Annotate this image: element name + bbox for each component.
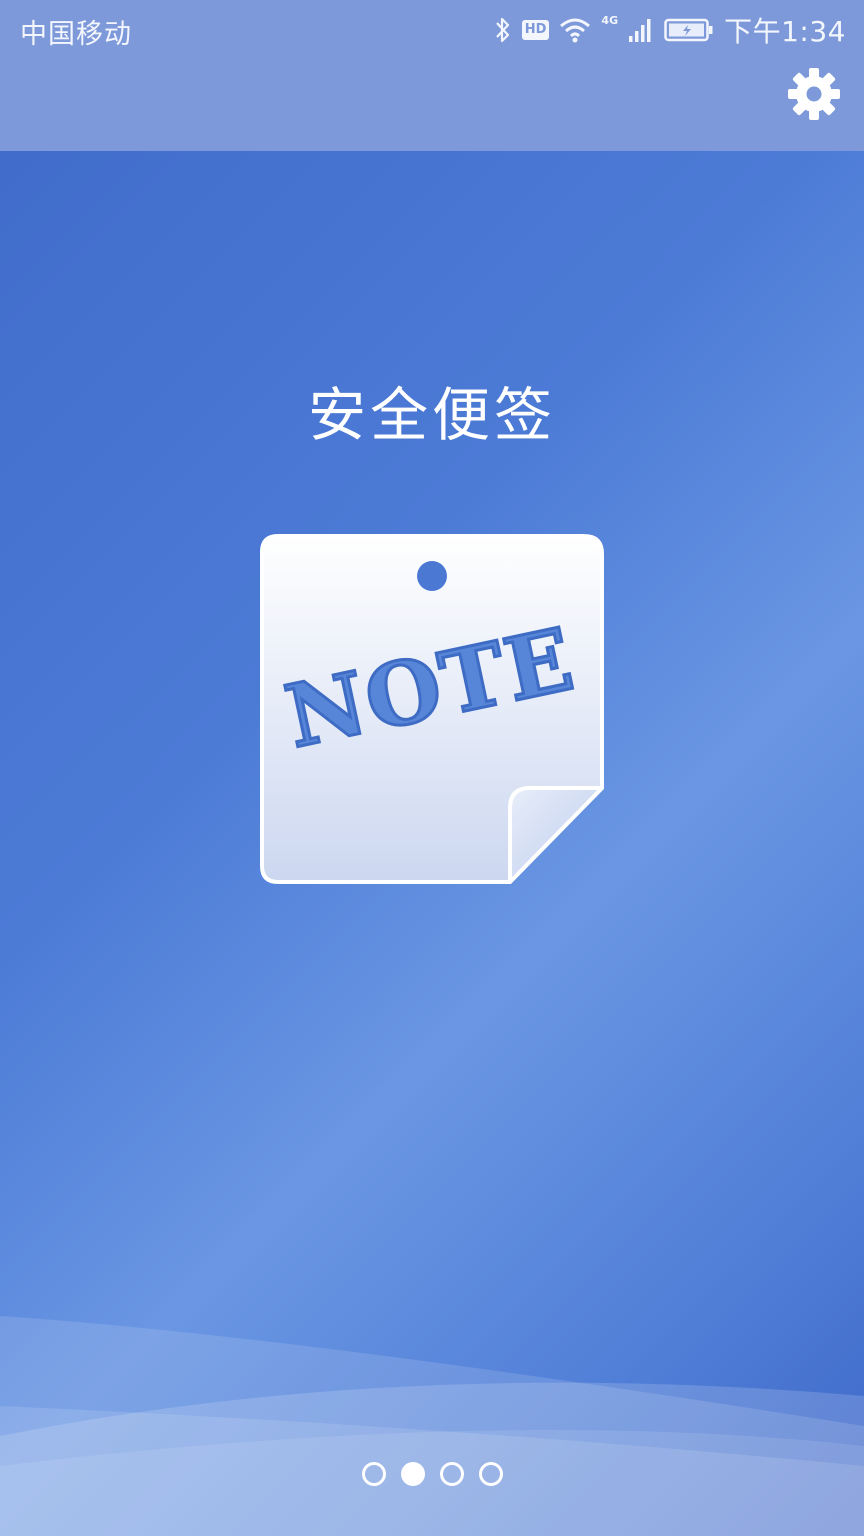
page-dot-3[interactable] bbox=[439, 1462, 464, 1486]
hd-badge: HD bbox=[521, 20, 550, 40]
wifi-icon bbox=[560, 18, 591, 43]
carrier-name: 中国移动 bbox=[20, 19, 132, 50]
status-bar: 中国移动 HD 4G 下午1:34 bbox=[0, 0, 864, 60]
page-title: 安全便签 bbox=[307, 381, 556, 449]
gear-icon[interactable] bbox=[786, 66, 842, 122]
status-time: 下午1:34 bbox=[724, 15, 846, 48]
bluetooth-icon bbox=[495, 17, 509, 43]
page-dot-4[interactable] bbox=[478, 1462, 503, 1486]
status-icons: HD 4G 下午1:34 bbox=[494, 10, 846, 50]
page-dot-1[interactable] bbox=[361, 1462, 386, 1486]
page-dot-2-active[interactable] bbox=[400, 1462, 425, 1486]
battery-charging-icon bbox=[664, 18, 713, 42]
network-type-label: 4G bbox=[601, 13, 619, 27]
page-indicator bbox=[0, 1462, 864, 1494]
wave-decoration bbox=[0, 1316, 864, 1536]
note-illustration: NOTE bbox=[258, 532, 606, 888]
signal-icon bbox=[629, 19, 651, 42]
